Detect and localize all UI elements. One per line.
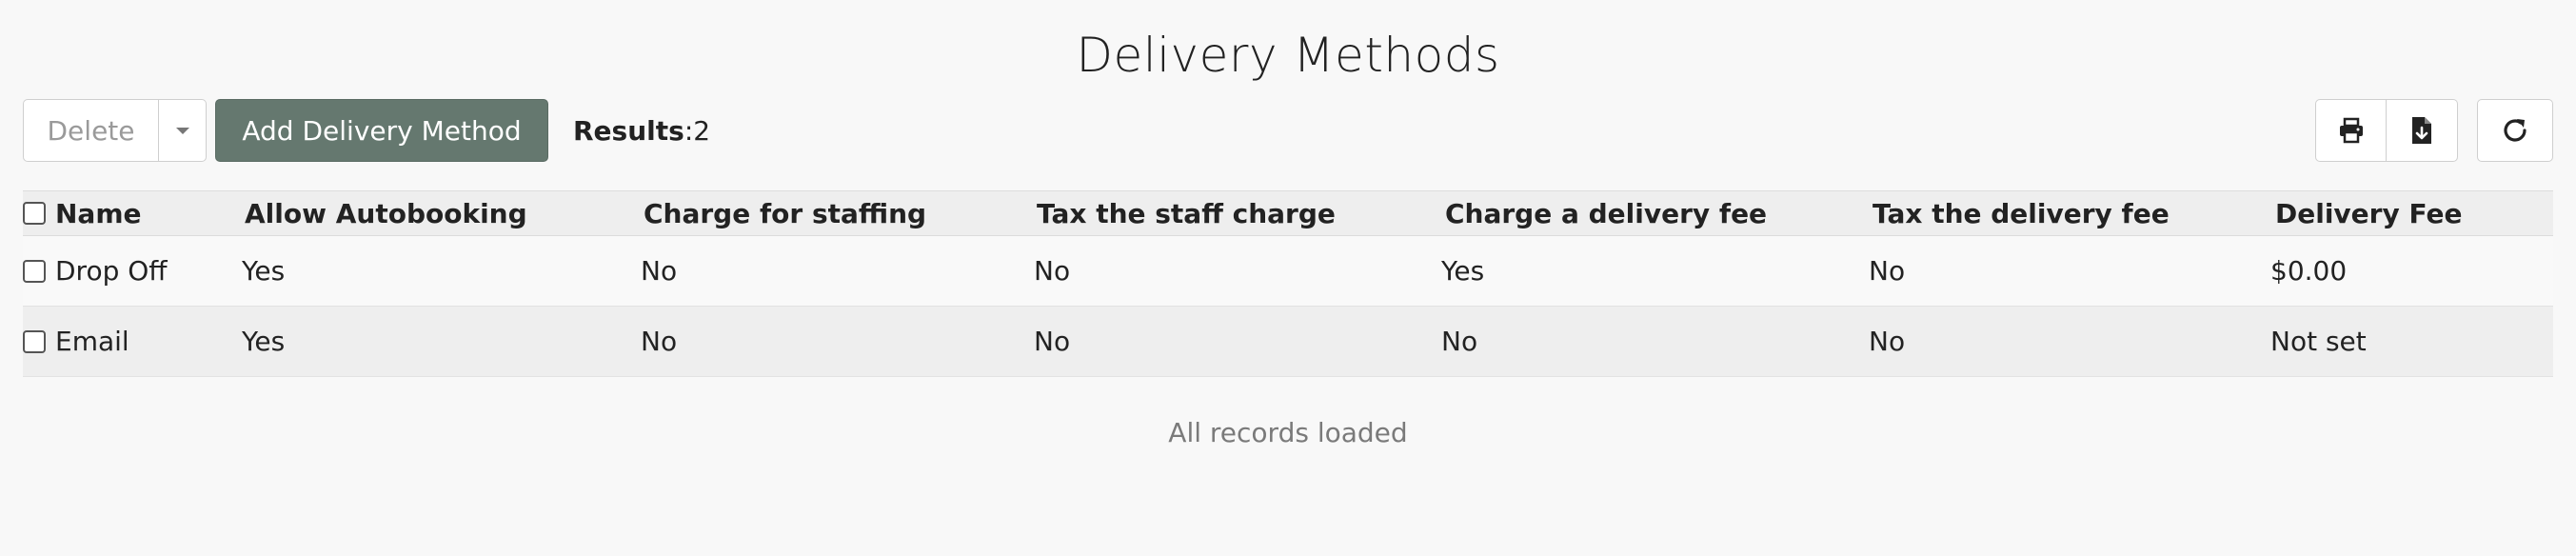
table-header-row: Name Allow Autobooking Charge for staffi… [23,190,2553,236]
cell-value: Email [55,326,129,357]
download-file-icon [2412,117,2431,144]
results-value: 2 [693,114,711,147]
col-name: Name [23,191,142,235]
toolbar: Delete Add Delivery Method Results: 2 [23,99,2553,164]
cell-value: No [1034,255,1071,287]
cell-value: $0.00 [2270,255,2348,287]
cell-value: No [1869,255,1906,287]
table-row[interactable]: Email Yes No No No No Not set [23,307,2553,377]
delete-dropdown-toggle[interactable] [159,99,207,162]
delete-button[interactable]: Delete [23,99,159,162]
column-header[interactable]: Tax the staff charge [1037,191,1336,235]
records-status: All records loaded [1168,417,1408,448]
table-row[interactable]: Drop Off Yes No No Yes No $0.00 [23,236,2553,307]
print-button[interactable] [2315,99,2387,162]
column-header[interactable]: Delivery Fee [2275,191,2462,235]
print-icon [2339,117,2363,144]
cell-value: Not set [2270,326,2367,357]
refresh-icon [2504,119,2526,142]
cell-value: No [1034,326,1071,357]
row-checkbox[interactable] [23,329,46,353]
delivery-methods-table: Name Allow Autobooking Charge for staffi… [23,190,2553,377]
cell-value: No [641,326,678,357]
cell-value: Yes [242,255,286,287]
cell-value: No [1869,326,1906,357]
results-separator: : [684,114,694,147]
page-title: Delivery Methods [1076,28,1500,83]
column-header[interactable]: Charge for staffing [644,191,926,235]
cell-value: No [1441,326,1478,357]
name-cell: Email [23,307,129,376]
add-delivery-method-button[interactable]: Add Delivery Method [215,99,548,162]
column-header: Name [55,197,142,229]
column-header[interactable]: Charge a delivery fee [1445,191,1767,235]
cell-value: Yes [1441,255,1485,287]
cell-value: Yes [242,326,286,357]
name-cell: Drop Off [23,236,168,306]
column-header[interactable]: Allow Autobooking [245,191,527,235]
delete-button-group: Delete [23,99,207,162]
row-checkbox[interactable] [23,259,46,283]
caret-down-icon [175,127,189,134]
results-count: Results: 2 [573,99,710,162]
refresh-button[interactable] [2477,99,2553,162]
select-all-checkbox[interactable] [23,202,46,225]
export-button-group [2315,99,2458,162]
results-label: Results [573,114,684,147]
column-header[interactable]: Tax the delivery fee [1873,191,2170,235]
cell-value: No [641,255,678,287]
download-button[interactable] [2387,99,2458,162]
cell-value: Drop Off [55,255,168,287]
